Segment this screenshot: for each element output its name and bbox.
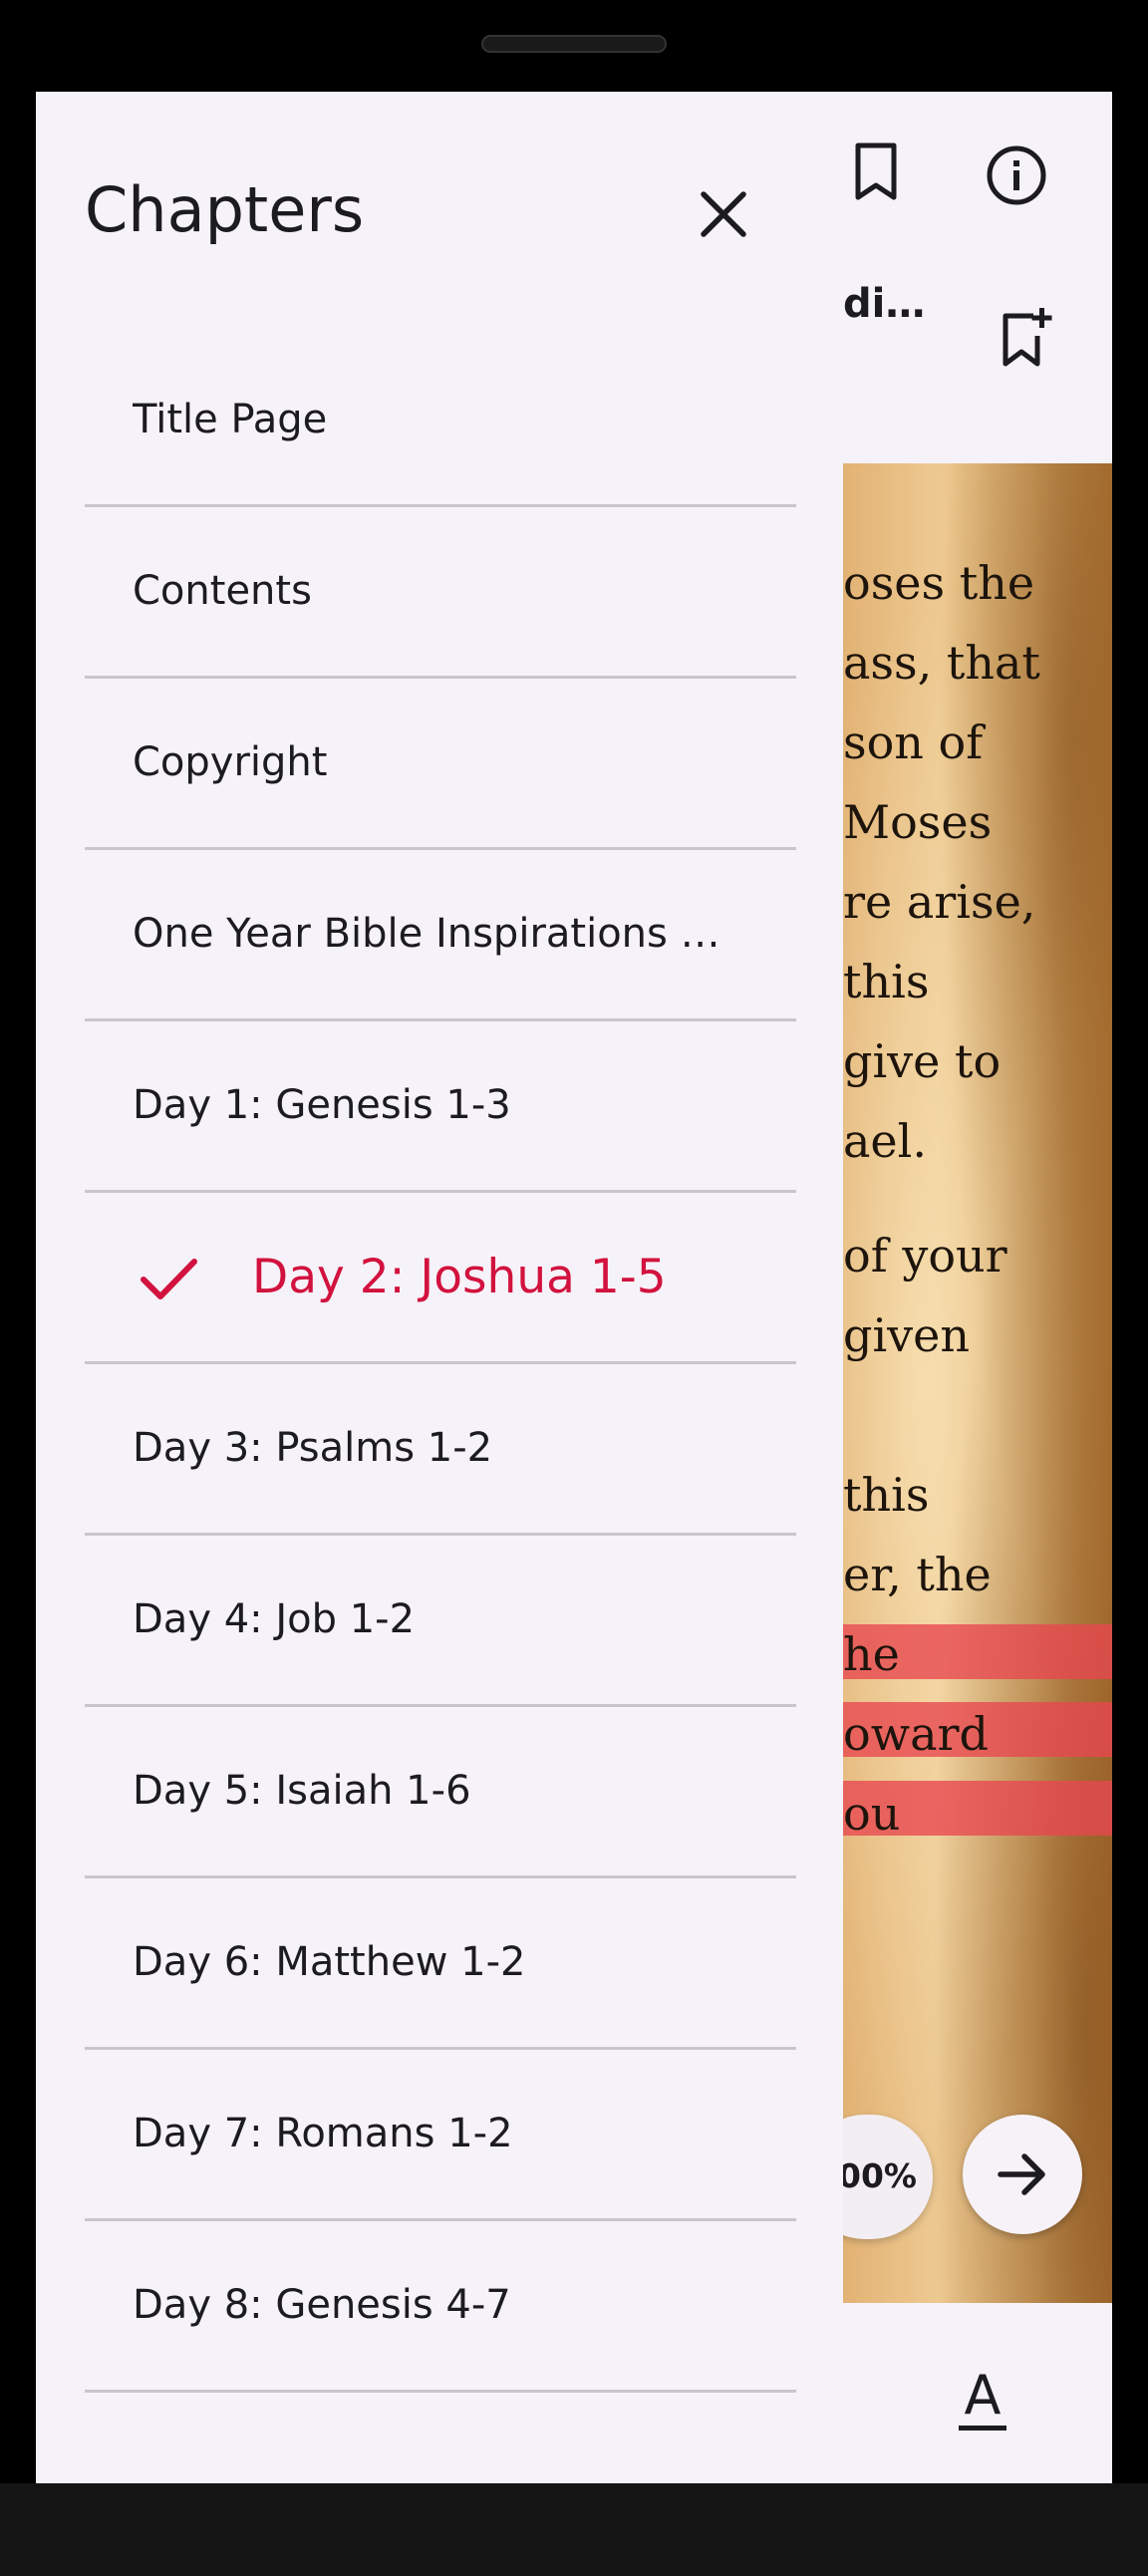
screen: di… oses the ass, that son of Moses re aris… [36,92,1112,2483]
progress-text: 00% [838,2156,917,2195]
text-format-underline [959,2426,1006,2431]
info-icon[interactable] [985,143,1048,207]
chapter-item[interactable]: Day 8: Genesis 4-7 [85,2221,796,2393]
page-text-line: given [843,1308,970,1362]
text-format-icon: A [964,2364,1002,2427]
chapter-list: Title Page Contents Copyright One Year Bibl… [85,336,796,2393]
chapter-label: Day 4: Job 1-2 [133,1596,416,1642]
device-bottom-bezel [0,2483,1148,2576]
chapter-item[interactable]: Contents [85,507,796,679]
chapter-label: Day 5: Isaiah 1-6 [133,1768,471,1814]
chapter-item[interactable]: Day 5: Isaiah 1-6 [85,1707,796,1878]
chapter-label: Day 8: Genesis 4-7 [133,2282,511,2328]
reader-page[interactable]: oses the ass, that son of Moses re arise, t… [843,463,1112,2303]
chapter-label: Copyright [133,739,328,785]
drawer-title: Chapters [85,173,365,246]
page-text-line: er, the [843,1548,992,1601]
page-text-line: ael. [843,1114,927,1168]
chapter-label: One Year Bible Inspirations – … [133,911,730,957]
chapter-label: Title Page [133,397,328,442]
next-page-button[interactable] [963,2115,1082,2234]
chapter-label: Day 1: Genesis 1-3 [133,1082,511,1128]
page-text-line: this [843,1468,930,1522]
chapter-item[interactable]: Copyright [85,679,796,850]
chapter-item[interactable]: Day 2: Joshua 1-5 [85,1193,796,1364]
chapter-item[interactable]: Title Page [85,336,796,507]
chapter-item[interactable]: Day 3: Psalms 1-2 [85,1364,796,1536]
page-text-line: oward [843,1707,989,1761]
chapter-item[interactable]: Day 7: Romans 1-2 [85,2050,796,2221]
device-speaker [481,35,667,53]
page-text-line: give to [843,1034,1002,1088]
page-text-line: of your [843,1229,1007,1283]
page-text-line: ass, that [843,636,1040,690]
device-frame: di… oses the ass, that son of Moses re aris… [0,0,1148,2576]
chapter-label: Day 2: Joshua 1-5 [252,1250,667,1304]
check-icon [141,1259,197,1299]
page-text-line: son of [843,716,984,769]
reader-header-title: di… [843,281,926,327]
arrow-forward-icon [998,2153,1045,2195]
page-text-line: this [843,955,930,1008]
chapter-label: Day 7: Romans 1-2 [133,2111,513,2156]
chapter-item[interactable]: Day 6: Matthew 1-2 [85,1878,796,2050]
text-format-button[interactable]: A [953,2364,1012,2433]
close-button[interactable] [689,179,758,249]
bookmark-add-icon[interactable] [998,306,1057,370]
chapter-label: Contents [133,568,312,614]
chapter-label: Day 3: Psalms 1-2 [133,1425,493,1471]
page-text-line: re arise, [843,875,1036,929]
page-text-line: ou [843,1787,901,1841]
close-icon [701,191,746,237]
chapter-label: Day 6: Matthew 1-2 [133,1939,526,1985]
page-text-line: oses the [843,556,1035,610]
chapter-item[interactable]: One Year Bible Inspirations – … [85,850,796,1021]
chapters-drawer: Chapters Title Page Contents Copyright One … [36,92,843,2483]
page-text-line: he [843,1627,900,1681]
chapter-item[interactable]: Day 4: Job 1-2 [85,1536,796,1707]
bookmark-icon[interactable] [848,142,904,201]
chapter-item[interactable]: Day 1: Genesis 1-3 [85,1021,796,1193]
page-text-line: Moses [843,795,993,849]
